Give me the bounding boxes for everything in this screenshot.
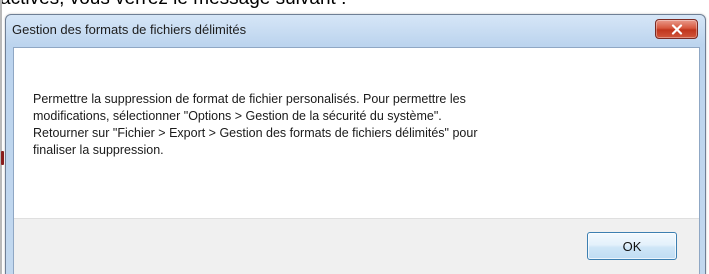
message-line: finaliser la suppression. <box>33 143 164 157</box>
background-window-edge <box>0 0 2 274</box>
background-document-text: activés, vous verrez le message suivant … <box>0 0 346 10</box>
message-line: Retourner sur "Fichier > Export > Gestio… <box>33 126 478 140</box>
dialog-titlebar[interactable]: Gestion des formats de fichiers délimité… <box>6 15 705 48</box>
dialog-footer: OK <box>14 218 699 274</box>
close-button[interactable] <box>655 19 698 39</box>
dialog-content: Permettre la suppression de format de fi… <box>13 47 700 274</box>
ok-button[interactable]: OK <box>587 232 677 260</box>
dialog-title: Gestion des formats de fichiers délimité… <box>12 22 247 37</box>
screenshot: activés, vous verrez le message suivant … <box>0 0 709 274</box>
background-marker <box>1 151 4 165</box>
message-line: modifications, sélectionner "Options > G… <box>33 109 442 123</box>
message-dialog: Gestion des formats de fichiers délimité… <box>5 14 706 274</box>
dialog-message: Permettre la suppression de format de fi… <box>33 91 673 159</box>
message-line: Permettre la suppression de format de fi… <box>33 92 466 106</box>
close-icon <box>671 23 682 35</box>
